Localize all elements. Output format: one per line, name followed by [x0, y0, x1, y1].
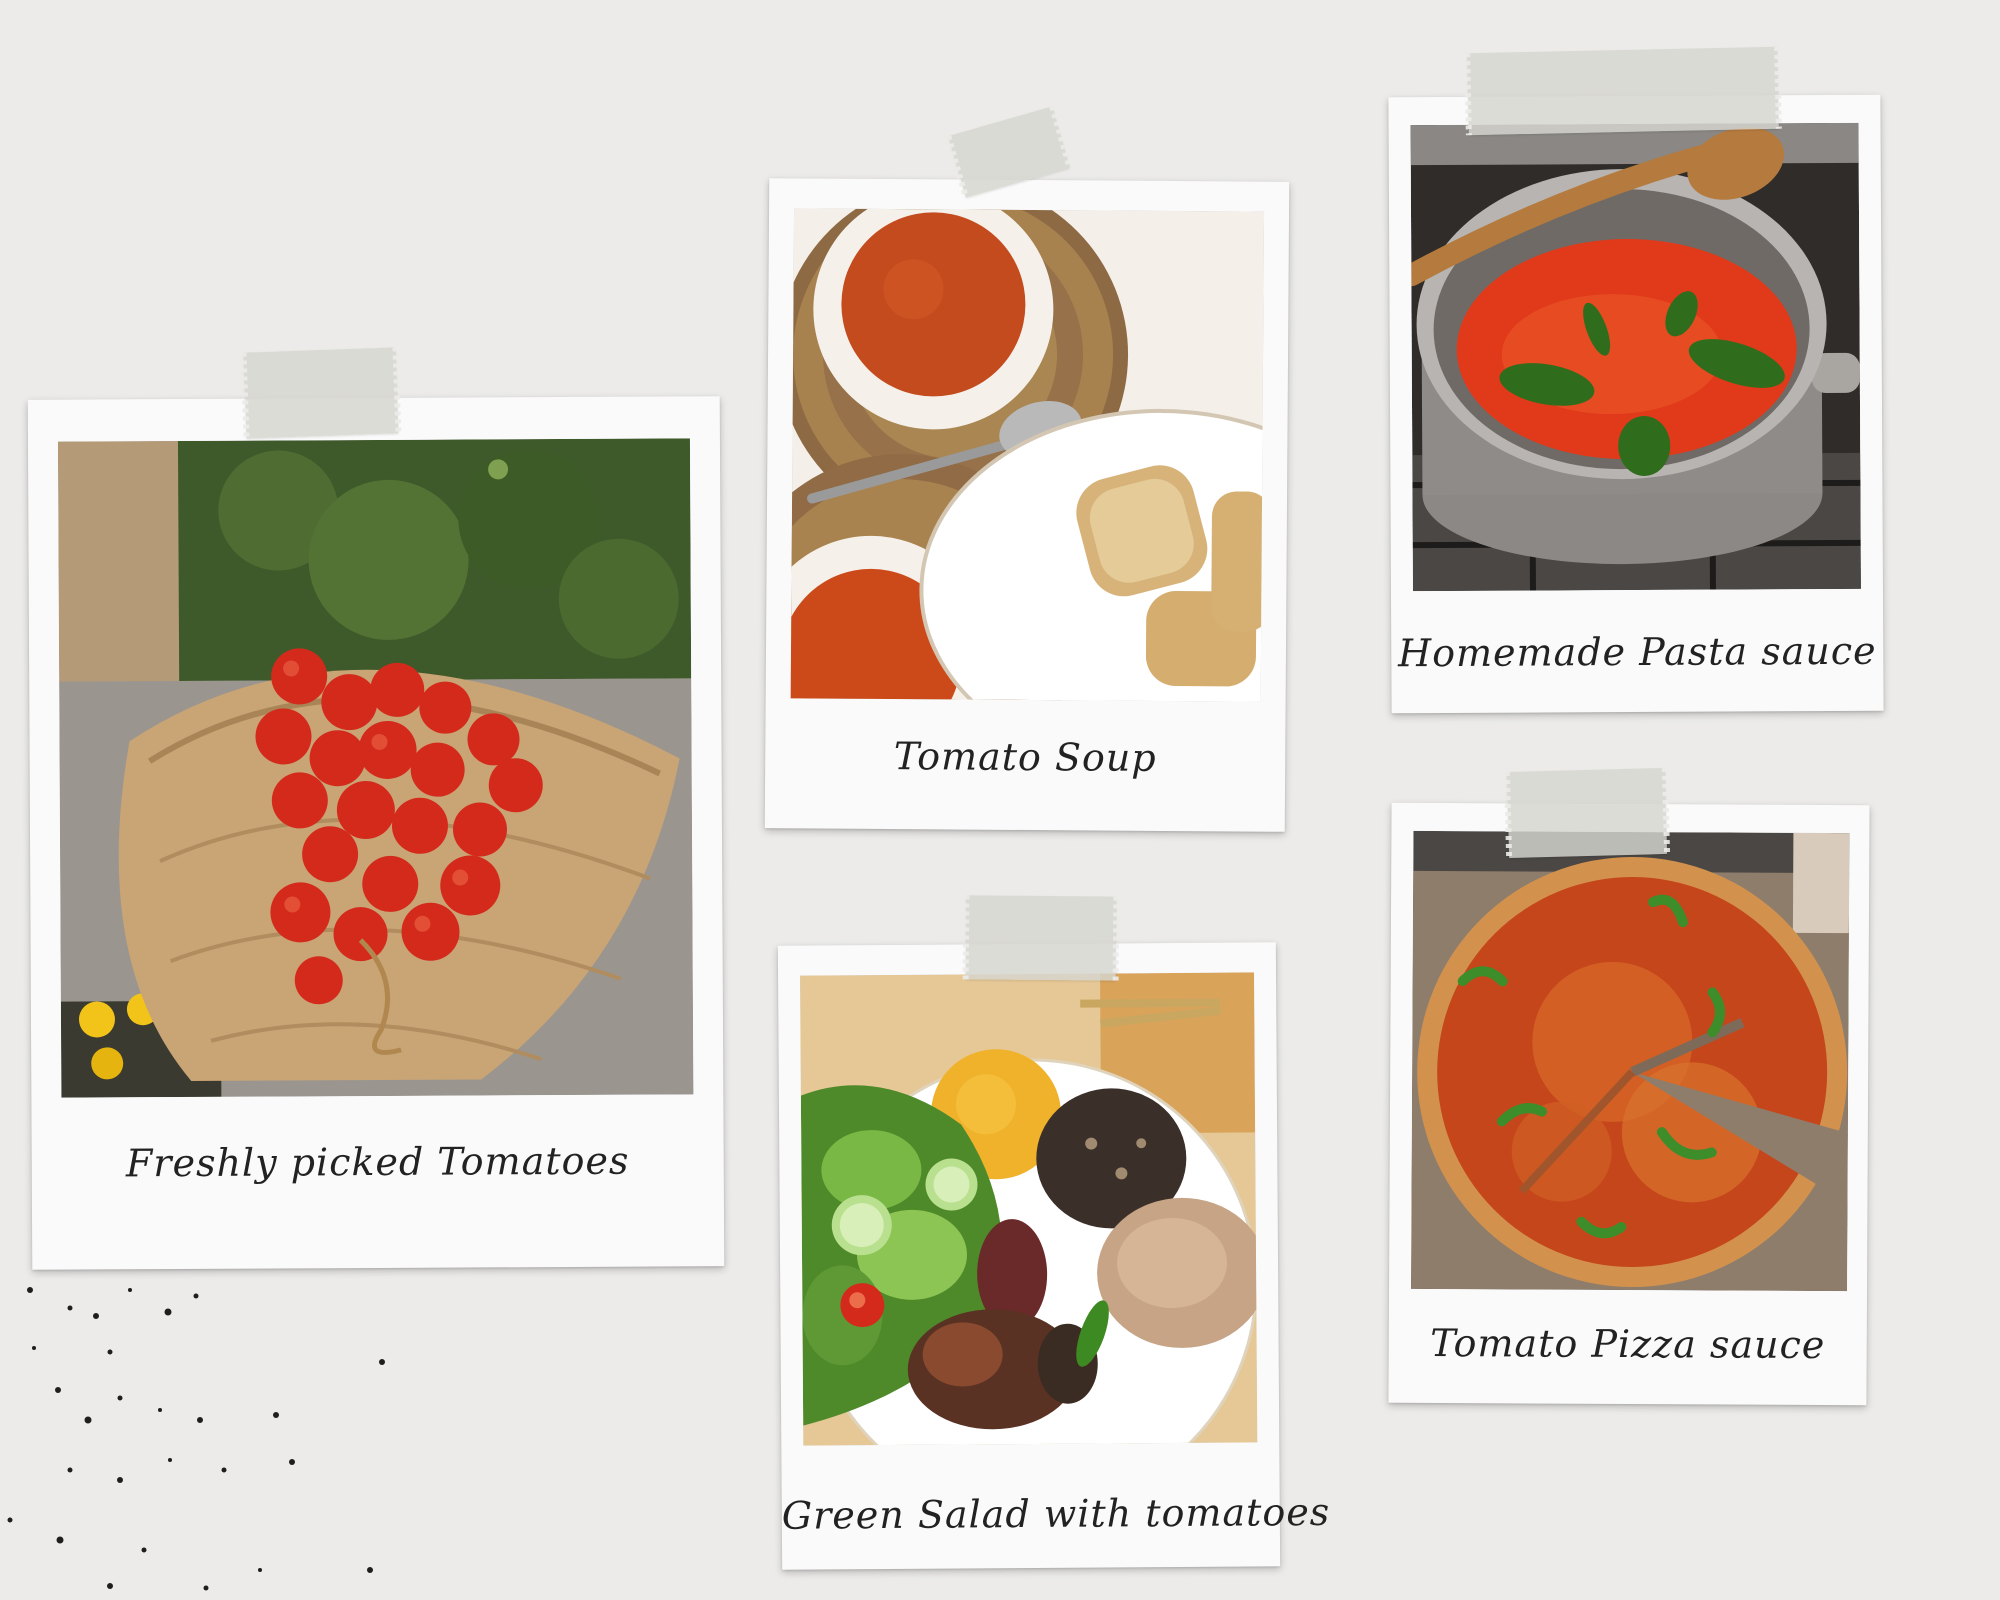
- polaroid-green-salad-with-tomatoes: Green Salad with tomatoes: [777, 942, 1331, 1570]
- tape-strip: [1506, 767, 1668, 859]
- polaroid-homemade-pasta-sauce: Homemade Pasta sauce: [1388, 94, 1884, 714]
- caption-tomato-soup: Tomato Soup: [893, 734, 1157, 780]
- tomato-basket-photo: [57, 438, 694, 1098]
- caption-homemade-pasta-sauce: Homemade Pasta sauce: [1397, 628, 1877, 676]
- caption-green-salad-with-tomatoes: Green Salad with tomatoes: [781, 1489, 1331, 1538]
- pasta-sauce-photo: [1410, 122, 1861, 592]
- caption-tomato-pizza-sauce: Tomato Pizza sauce: [1430, 1320, 1826, 1368]
- pizza-photo: [1411, 830, 1850, 1292]
- tomato-soup-photo: [790, 208, 1265, 702]
- collage-board: Freshly picked Tomatoes Tomato Soup Home…: [0, 0, 2000, 1600]
- tape-strip: [965, 895, 1117, 981]
- caption-freshly-picked-tomatoes: Freshly picked Tomatoes: [125, 1138, 630, 1186]
- green-salad-photo: [800, 972, 1258, 1446]
- decorative-dots: [7, 1287, 385, 1591]
- polaroid-tomato-soup: Tomato Soup: [764, 178, 1290, 832]
- tape-strip: [1467, 46, 1779, 136]
- tape-strip: [243, 347, 399, 439]
- polaroid-freshly-picked-tomatoes: Freshly picked Tomatoes: [27, 396, 725, 1270]
- polaroid-tomato-pizza-sauce: Tomato Pizza sauce: [1388, 802, 1870, 1406]
